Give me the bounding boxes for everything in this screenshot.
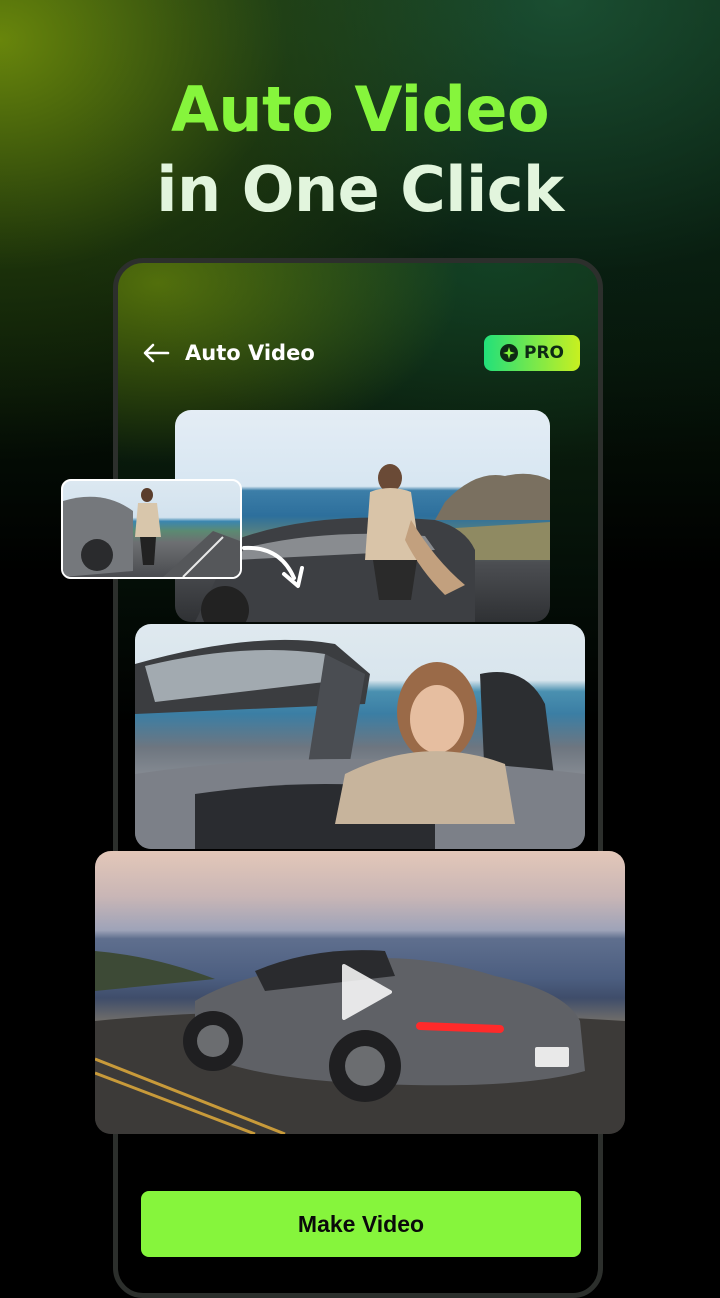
pro-label: PRO [523, 343, 564, 363]
sparkle-icon [499, 344, 518, 362]
headline: Auto Video in One Click [0, 70, 720, 230]
back-arrow-icon[interactable] [142, 340, 170, 366]
page-title: Auto Video [185, 341, 315, 365]
driver-scene [135, 639, 585, 849]
pro-badge[interactable]: PRO [484, 335, 580, 371]
make-video-button[interactable]: Make Video [141, 1191, 581, 1257]
headline-line-2: in One Click [156, 153, 564, 226]
app-topbar: Auto Video PRO [142, 335, 582, 373]
thumbnail-scene [63, 488, 240, 577]
headline-line-1: Auto Video [170, 73, 550, 146]
curved-arrow-icon [242, 545, 304, 588]
play-icon[interactable] [340, 962, 394, 1022]
preview-image-driver [135, 624, 585, 849]
source-thumbnail[interactable] [61, 479, 242, 579]
